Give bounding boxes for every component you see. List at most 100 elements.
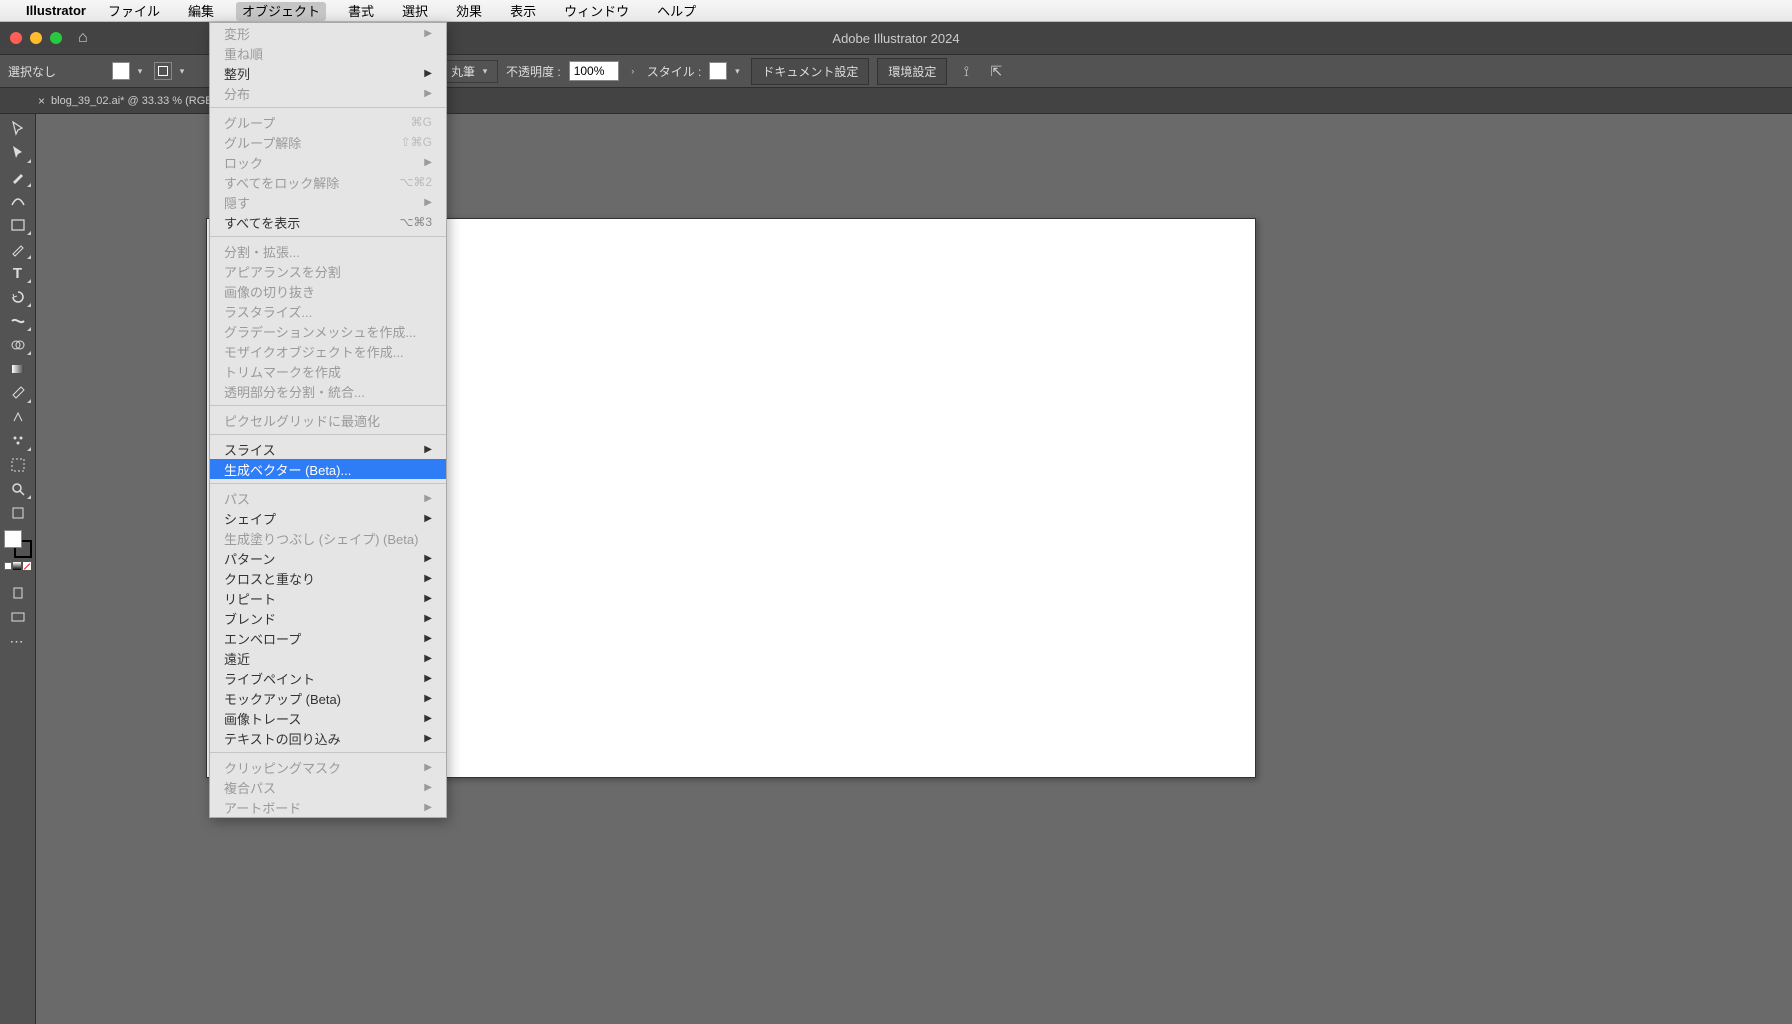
minimize-window-button[interactable] xyxy=(30,32,42,44)
menubar-item[interactable]: 編集 xyxy=(182,2,220,21)
menu-item-label: すべてを表示 xyxy=(224,213,300,232)
dropdown-icon[interactable]: ▾ xyxy=(134,65,146,77)
menu-item-label: 分割・拡張... xyxy=(224,242,300,261)
menu-item[interactable]: すべてを表示⌥⌘3 xyxy=(210,212,446,232)
menubar-item[interactable]: ヘルプ xyxy=(651,2,702,21)
align-icon[interactable]: ⟟ xyxy=(955,60,977,82)
menu-item[interactable]: パターン▶ xyxy=(210,548,446,568)
menu-item[interactable]: ライブペイント▶ xyxy=(210,668,446,688)
close-tab-icon[interactable]: × xyxy=(38,94,45,108)
submenu-arrow-icon: ▶ xyxy=(424,68,432,79)
menu-item: ロック ▶ xyxy=(210,152,446,172)
menubar-item[interactable]: 選択 xyxy=(396,2,434,21)
app-name[interactable]: Illustrator xyxy=(26,3,86,18)
menu-item-label: ピクセルグリッドに最適化 xyxy=(224,411,380,430)
submenu-arrow-icon: ▶ xyxy=(424,157,432,168)
solid-color-icon[interactable] xyxy=(4,562,12,570)
fill-swatch[interactable] xyxy=(112,62,130,80)
menu-item: 画像の切り抜き xyxy=(210,281,446,301)
fill-stroke-indicator[interactable] xyxy=(4,530,32,558)
menu-item[interactable]: リピート▶ xyxy=(210,588,446,608)
opacity-input[interactable] xyxy=(569,61,619,81)
stroke-swatch[interactable] xyxy=(154,62,172,80)
menu-item[interactable]: クロスと重なり▶ xyxy=(210,568,446,588)
menu-item-label: ライブペイント xyxy=(224,669,315,688)
menu-shortcut: ⌘G xyxy=(411,115,432,129)
direct-selection-tool[interactable] xyxy=(4,142,32,164)
menu-item[interactable]: 画像トレース▶ xyxy=(210,708,446,728)
close-window-button[interactable] xyxy=(10,32,22,44)
dropdown-icon[interactable]: › xyxy=(627,65,639,77)
toggle-screen-tool[interactable] xyxy=(4,502,32,524)
style-swatch[interactable] xyxy=(709,62,727,80)
menu-item[interactable]: スライス▶ xyxy=(210,439,446,459)
submenu-arrow-icon: ▶ xyxy=(424,88,432,99)
menu-item-label: モザイクオブジェクトを作成... xyxy=(224,342,404,361)
menu-item-label: リピート xyxy=(224,589,276,608)
submenu-arrow-icon: ▶ xyxy=(424,513,432,524)
menu-item-label: ロック xyxy=(224,153,263,172)
menubar-item[interactable]: 表示 xyxy=(504,2,542,21)
rectangle-tool[interactable] xyxy=(4,214,32,236)
menu-item: アートボード▶ xyxy=(210,797,446,817)
selection-tool[interactable] xyxy=(4,118,32,140)
menu-item[interactable]: エンベロープ▶ xyxy=(210,628,446,648)
color-mode-row xyxy=(4,562,32,574)
menu-item[interactable]: 生成ベクター (Beta)... xyxy=(210,459,446,479)
document-settings-button[interactable]: ドキュメント設定 xyxy=(751,58,869,85)
menubar-item[interactable]: 書式 xyxy=(342,2,380,21)
dropdown-icon[interactable]: ▾ xyxy=(176,65,188,77)
menu-item[interactable]: 遠近▶ xyxy=(210,648,446,668)
menubar-item[interactable]: ウィンドウ xyxy=(558,2,635,21)
menu-item[interactable]: テキストの回り込み▶ xyxy=(210,728,446,748)
export-icon[interactable]: ⇱ xyxy=(985,60,1007,82)
draw-mode-tool[interactable] xyxy=(4,582,32,604)
edit-toolbar[interactable]: ⋯ xyxy=(4,630,32,652)
rotate-tool[interactable] xyxy=(4,286,32,308)
blend-tool[interactable] xyxy=(4,406,32,428)
menu-item: グラデーションメッシュを作成... xyxy=(210,321,446,341)
home-icon[interactable]: ⌂ xyxy=(78,29,88,47)
menu-item-label: 生成ベクター (Beta)... xyxy=(224,460,351,479)
stroke-swatch-group[interactable]: ▾ xyxy=(154,62,188,80)
pen-tool[interactable] xyxy=(4,166,32,188)
menu-item[interactable]: ブレンド▶ xyxy=(210,608,446,628)
menu-item-label: スライス xyxy=(224,440,276,459)
menu-item-label: アートボード xyxy=(224,798,301,817)
style-swatch-group[interactable]: ▾ xyxy=(709,62,743,80)
menubar-item[interactable]: ファイル xyxy=(102,2,166,21)
width-tool[interactable] xyxy=(4,310,32,332)
eyedropper-tool[interactable] xyxy=(4,382,32,404)
traffic-lights xyxy=(10,32,62,44)
maximize-window-button[interactable] xyxy=(50,32,62,44)
menu-item-label: 画像トレース xyxy=(224,709,301,728)
none-color-icon[interactable] xyxy=(23,562,31,570)
menu-item[interactable]: シェイプ ▶ xyxy=(210,508,446,528)
menu-item-label: 整列 xyxy=(224,64,250,83)
zoom-tool[interactable] xyxy=(4,478,32,500)
menu-item: 隠す▶ xyxy=(210,192,446,212)
menubar-item[interactable]: 効果 xyxy=(450,2,488,21)
gradient-tool[interactable] xyxy=(4,358,32,380)
type-tool[interactable]: T xyxy=(4,262,32,284)
menu-item-label: エンベロープ xyxy=(224,629,301,648)
menu-item-label: シェイプ xyxy=(224,509,276,528)
menu-item-label: パス xyxy=(224,489,250,508)
menubar-item[interactable]: オブジェクト xyxy=(236,2,326,21)
menu-item-label: モックアップ (Beta) xyxy=(224,689,341,708)
menu-item[interactable]: 整列 ▶ xyxy=(210,63,446,83)
dropdown-icon[interactable]: ▾ xyxy=(731,65,743,77)
symbol-sprayer-tool[interactable] xyxy=(4,430,32,452)
gradient-color-icon[interactable] xyxy=(13,562,21,570)
fill-swatch-group[interactable]: ▾ xyxy=(112,62,146,80)
curvature-tool[interactable] xyxy=(4,190,32,212)
screen-mode-tool[interactable] xyxy=(4,606,32,628)
shape-builder-tool[interactable] xyxy=(4,334,32,356)
menu-item[interactable]: モックアップ (Beta)▶ xyxy=(210,688,446,708)
fill-indicator[interactable] xyxy=(4,530,22,548)
artboard-tool[interactable] xyxy=(4,454,32,476)
document-tab[interactable]: × blog_39_02.ai* @ 33.33 % (RGB xyxy=(38,94,213,108)
paintbrush-tool[interactable] xyxy=(4,238,32,260)
preferences-button[interactable]: 環境設定 xyxy=(877,58,947,85)
menu-item-label: グループ xyxy=(224,113,275,132)
